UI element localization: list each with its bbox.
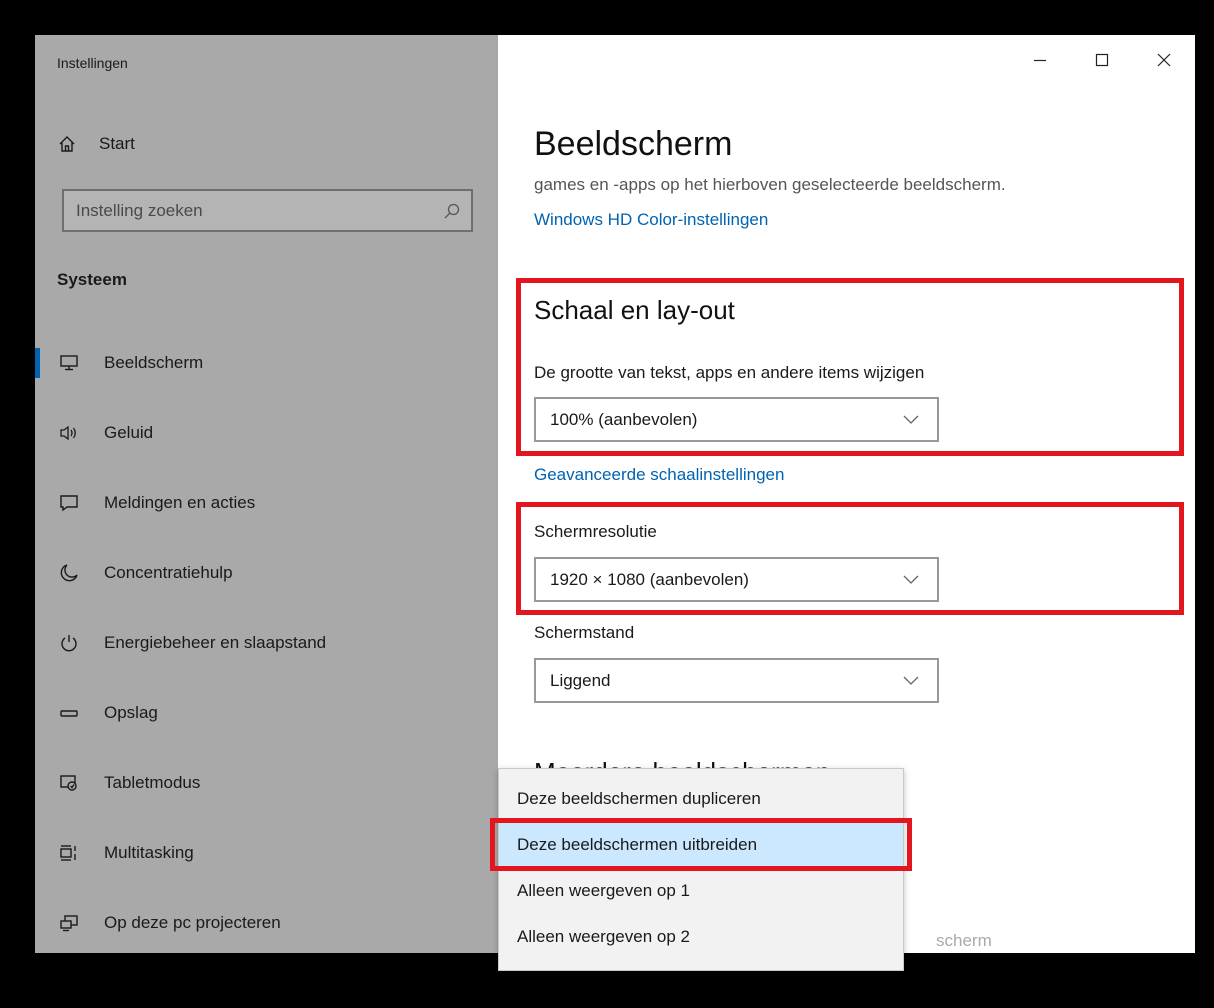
storage-icon (58, 702, 80, 724)
hdr-color-link[interactable]: Windows HD Color-instellingen (534, 210, 768, 230)
option-duplicate[interactable]: Deze beeldschermen dupliceren (499, 776, 903, 822)
monitor-icon (58, 352, 80, 374)
description-text: games en -apps op het hierboven geselect… (534, 175, 1006, 194)
sidebar-item-beeldscherm[interactable]: Beeldscherm (35, 328, 498, 398)
option-only-2[interactable]: Alleen weergeven op 2 (499, 914, 903, 960)
sidebar-item-concentratiehulp[interactable]: Concentratiehulp (35, 538, 498, 608)
start-link[interactable]: Start (57, 132, 135, 156)
extend-highlight-box (490, 818, 912, 871)
sidebar-item-label: Meldingen en acties (104, 493, 256, 512)
advanced-scaling-link[interactable]: Geavanceerde schaalinstellingen (534, 465, 784, 485)
search-icon[interactable] (443, 202, 461, 220)
close-icon (1157, 53, 1171, 67)
moon-icon (58, 562, 80, 584)
speaker-icon (58, 422, 80, 444)
app-title: Instellingen (57, 55, 128, 71)
search-placeholder: Instelling zoeken (76, 201, 203, 220)
sidebar-item-geluid[interactable]: Geluid (35, 398, 498, 468)
maximize-icon (1095, 53, 1109, 67)
power-icon (58, 632, 80, 654)
maximize-button[interactable] (1071, 35, 1133, 85)
sidebar-item-label: Op deze pc projecteren (104, 913, 281, 932)
sidebar-item-label: Tabletmodus (104, 773, 201, 792)
sidebar-item-opslag[interactable]: Opslag (35, 678, 498, 748)
sidebar-item-label: Concentratiehulp (104, 563, 233, 582)
sidebar: Instellingen Start Instelling zoeken Sys… (35, 35, 498, 953)
sidebar-item-meldingen[interactable]: Meldingen en acties (35, 468, 498, 538)
sidebar-item-projecteren[interactable]: Op deze pc projecteren (35, 888, 498, 953)
orientation-dropdown[interactable]: Liggend (534, 658, 939, 703)
obscured-text: scherm (936, 931, 992, 950)
orientation-label: Schermstand (534, 623, 635, 642)
page-title: Beeldscherm (534, 125, 733, 163)
sidebar-item-label: Beeldscherm (104, 353, 204, 372)
sidebar-item-label: Energiebeheer en slaapstand (104, 633, 327, 652)
section-header: Systeem (57, 270, 127, 289)
start-label: Start (99, 134, 135, 153)
resolution-highlight-box (516, 502, 1184, 615)
sidebar-item-energiebeheer[interactable]: Energiebeheer en slaapstand (35, 608, 498, 678)
multitasking-icon (58, 842, 80, 864)
sidebar-item-multitasking[interactable]: Multitasking (35, 818, 498, 888)
notification-icon (58, 492, 80, 514)
minimize-icon (1034, 59, 1046, 62)
minimize-button[interactable] (1009, 35, 1071, 85)
chevron-down-icon (903, 676, 919, 685)
tablet-mode-icon (58, 772, 80, 794)
close-button[interactable] (1133, 35, 1195, 85)
sidebar-item-label: Opslag (104, 703, 158, 722)
search-input[interactable]: Instelling zoeken (62, 189, 473, 232)
sidebar-item-label: Geluid (104, 423, 154, 442)
orientation-dropdown-value: Liggend (550, 670, 611, 690)
project-icon (58, 912, 80, 934)
window-controls (1009, 35, 1195, 85)
option-only-1[interactable]: Alleen weergeven op 1 (499, 868, 903, 914)
sidebar-item-tabletmodus[interactable]: Tabletmodus (35, 748, 498, 818)
sidebar-nav: Beeldscherm Geluid Meldingen en acties C… (35, 328, 498, 953)
sidebar-item-label: Multitasking (104, 843, 194, 862)
scale-highlight-box (516, 278, 1184, 456)
home-icon (59, 136, 75, 152)
